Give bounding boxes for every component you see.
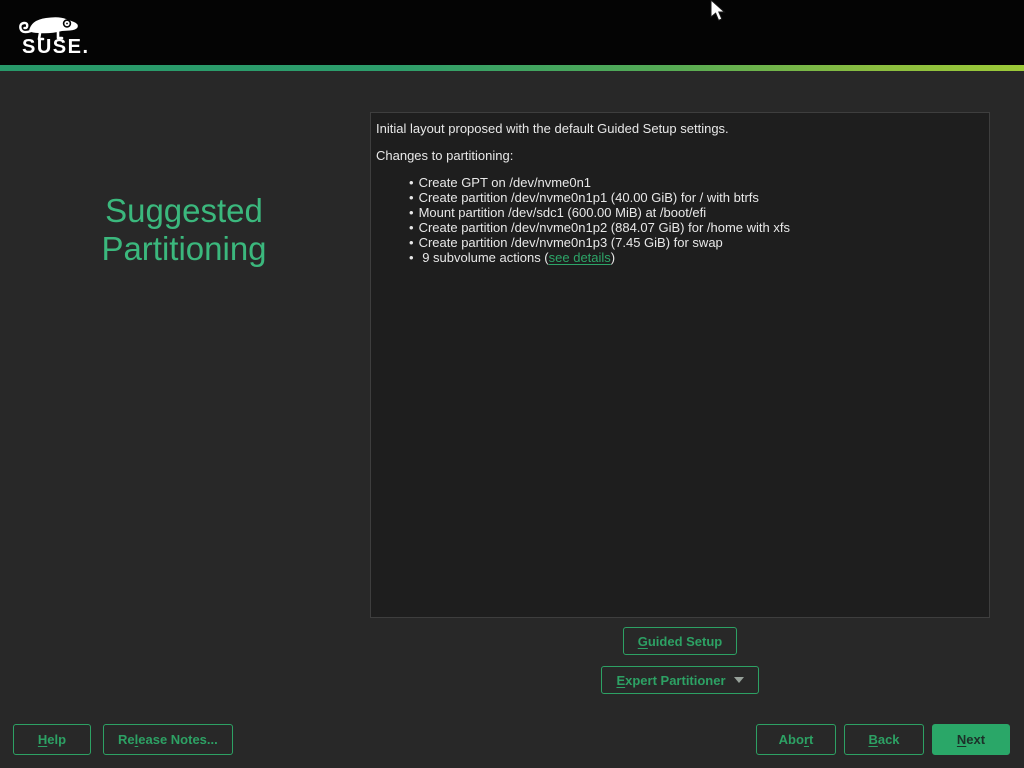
see-details-link[interactable]: see details [549,250,611,265]
back-button[interactable]: Back [844,724,924,755]
footer-left-buttons: Help Release Notes... [13,724,233,755]
subvolume-text-suffix: ) [611,250,615,265]
guided-setup-button[interactable]: Guided Setup [623,627,738,655]
proposal-actions: Guided Setup Expert Partitioner [370,627,990,694]
partitioning-proposal-panel: Initial layout proposed with the default… [370,112,990,618]
chevron-down-icon [734,677,744,683]
release-notes-button[interactable]: Release Notes... [103,724,233,755]
suse-wordmark: SUSE. [22,36,90,59]
suse-logo: SUSE. [12,10,92,58]
changes-label: Changes to partitioning: [376,148,984,163]
list-item: Create GPT on /dev/nvme0n1 [409,175,984,190]
installer-window: { "header": { "logo_text": "SUSE.", "log… [0,0,1024,768]
header-bar: SUSE. [0,0,1024,65]
list-item: Mount partition /dev/sdc1 (600.00 MiB) a… [409,205,984,220]
list-item-subvolumes: 9 subvolume actions (see details) [409,250,984,265]
list-item: Create partition /dev/nvme0n1p3 (7.45 Gi… [409,235,984,250]
abort-button[interactable]: Abort [756,724,836,755]
next-button[interactable]: Next [932,724,1010,755]
help-button[interactable]: Help [13,724,91,755]
page-title-line2: Partitioning [0,230,368,268]
list-item: Create partition /dev/nvme0n1p2 (884.07 … [409,220,984,235]
footer-right-buttons: Abort Back Next [756,724,1010,755]
brand-gradient-divider [0,65,1024,71]
partitioning-changes-list: Create GPT on /dev/nvme0n1 Create partit… [409,175,984,265]
page-title: Suggested Partitioning [0,192,368,268]
proposal-intro-text: Initial layout proposed with the default… [376,121,984,136]
list-item: Create partition /dev/nvme0n1p1 (40.00 G… [409,190,984,205]
subvolume-text-prefix: 9 subvolume actions ( [422,250,548,265]
page-title-line1: Suggested [0,192,368,230]
expert-partitioner-button[interactable]: Expert Partitioner [601,666,758,694]
